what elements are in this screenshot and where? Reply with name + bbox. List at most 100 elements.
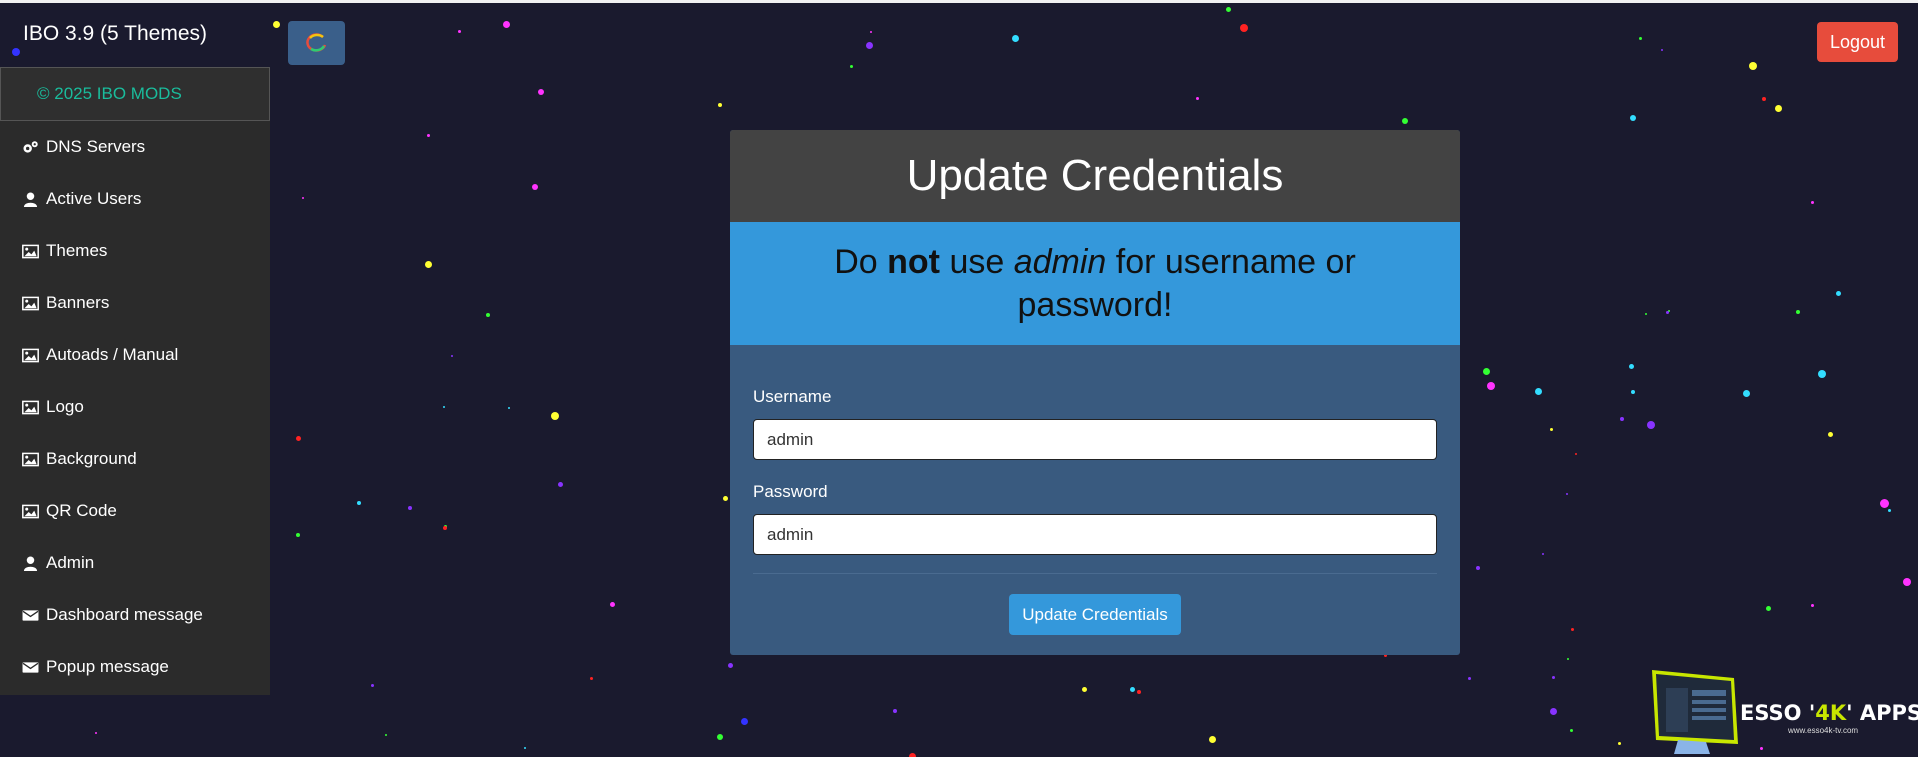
star-dot bbox=[1240, 24, 1248, 32]
star-dot bbox=[1130, 687, 1135, 692]
sidebar-item-label: Autoads / Manual bbox=[46, 345, 179, 364]
sidebar-item-label: Active Users bbox=[46, 189, 142, 208]
star-dot bbox=[1743, 390, 1750, 397]
sidebar-item-logo[interactable]: Logo bbox=[0, 381, 270, 433]
sidebar-item-active-users[interactable]: Active Users bbox=[0, 173, 270, 225]
sidebar-item-autoads-manual[interactable]: Autoads / Manual bbox=[0, 329, 270, 381]
star-dot bbox=[1811, 201, 1814, 204]
star-dot bbox=[443, 406, 445, 408]
star-dot bbox=[458, 30, 461, 33]
star-dot bbox=[893, 709, 897, 713]
sidebar-item-label: Themes bbox=[46, 241, 108, 260]
star-dot bbox=[1483, 368, 1490, 375]
star-dot bbox=[1571, 628, 1574, 631]
sidebar-item-dashboard-message[interactable]: Dashboard message bbox=[0, 589, 270, 641]
update-credentials-card: Update Credentials Do not use admin for … bbox=[730, 130, 1460, 655]
warning-alert: Do not use admin for username or passwor… bbox=[730, 222, 1460, 345]
star-dot bbox=[1468, 677, 1471, 680]
star-dot bbox=[850, 65, 853, 68]
star-dot bbox=[610, 602, 615, 607]
star-dot bbox=[909, 753, 916, 757]
star-dot bbox=[1082, 687, 1087, 692]
sidebar-nav: DNS Servers Active Users Themes Banners Auto… bbox=[0, 121, 270, 693]
sidebar-item-themes[interactable]: Themes bbox=[0, 225, 270, 277]
image-icon bbox=[22, 399, 40, 415]
star-dot bbox=[302, 197, 304, 199]
star-dot bbox=[1645, 313, 1647, 315]
star-dot bbox=[503, 21, 510, 28]
gears-icon bbox=[22, 139, 40, 155]
password-label: Password bbox=[753, 482, 828, 501]
star-dot bbox=[385, 734, 387, 736]
star-dot bbox=[1661, 49, 1663, 51]
star-dot bbox=[1762, 97, 1766, 101]
star-dot bbox=[532, 184, 538, 190]
star-dot bbox=[1639, 37, 1642, 40]
star-dot bbox=[866, 42, 873, 49]
star-dot bbox=[1618, 742, 1621, 745]
envelope-icon bbox=[22, 659, 40, 675]
star-dot bbox=[1196, 97, 1199, 100]
star-dot bbox=[558, 482, 563, 487]
star-dot bbox=[1903, 578, 1911, 586]
alert-text: use bbox=[940, 242, 1014, 281]
password-input[interactable]: admin bbox=[753, 514, 1437, 555]
star-dot bbox=[1209, 736, 1216, 743]
user-icon bbox=[22, 191, 40, 207]
sidebar-item-background[interactable]: Background bbox=[0, 433, 270, 485]
star-dot bbox=[1880, 499, 1889, 508]
star-dot bbox=[1550, 428, 1553, 431]
sidebar-item-label: Background bbox=[46, 449, 137, 468]
star-dot bbox=[296, 533, 300, 537]
star-dot bbox=[718, 103, 722, 107]
monitor-icon bbox=[1652, 670, 1738, 754]
watermark-logo: ESSO '4K' APPS www.esso4k-tv.com bbox=[1648, 668, 1918, 757]
star-dot bbox=[1567, 658, 1569, 660]
star-dot bbox=[1620, 417, 1624, 421]
star-dot bbox=[1666, 311, 1669, 314]
star-dot bbox=[1631, 390, 1635, 394]
star-dot bbox=[717, 734, 723, 740]
star-dot bbox=[1226, 7, 1231, 12]
sidebar-item-dns-servers[interactable]: DNS Servers bbox=[0, 121, 270, 173]
user-icon bbox=[22, 555, 40, 571]
image-icon bbox=[22, 451, 40, 467]
logout-button[interactable]: Logout bbox=[1817, 22, 1898, 62]
sidebar-item-label: DNS Servers bbox=[46, 137, 146, 156]
star-dot bbox=[870, 31, 872, 33]
update-credentials-button[interactable]: Update Credentials bbox=[1009, 594, 1181, 635]
sidebar-item-label: Logo bbox=[46, 397, 84, 416]
star-dot bbox=[371, 684, 374, 687]
star-dot bbox=[1012, 35, 1019, 42]
star-dot bbox=[1630, 115, 1636, 121]
image-icon bbox=[22, 243, 40, 259]
star-dot bbox=[12, 48, 20, 56]
alert-text: Do bbox=[834, 242, 888, 281]
sidebar-item-admin[interactable]: Admin bbox=[0, 537, 270, 589]
star-dot bbox=[1575, 453, 1577, 455]
app-title[interactable]: IBO 3.9 (5 Themes) bbox=[23, 22, 207, 46]
sidebar-item-label: QR Code bbox=[46, 501, 117, 520]
username-label: Username bbox=[753, 387, 832, 406]
sidebar-item-popup-message[interactable]: Popup message bbox=[0, 641, 270, 693]
star-dot bbox=[1552, 676, 1555, 679]
star-dot bbox=[425, 261, 432, 268]
star-dot bbox=[1766, 606, 1771, 611]
star-dot bbox=[357, 501, 361, 505]
username-input[interactable]: admin bbox=[753, 419, 1437, 460]
star-dot bbox=[590, 677, 593, 680]
sidebar-item-qr-code[interactable]: QR Code bbox=[0, 485, 270, 537]
star-dot bbox=[1402, 118, 1408, 124]
envelope-icon bbox=[22, 607, 40, 623]
sidebar-toggle-button[interactable] bbox=[288, 21, 345, 65]
star-dot bbox=[1818, 370, 1826, 378]
star-dot bbox=[1487, 382, 1495, 390]
image-icon bbox=[22, 295, 40, 311]
form-divider bbox=[753, 573, 1437, 574]
watermark-url: www.esso4k-tv.com bbox=[1788, 726, 1859, 735]
star-dot bbox=[1570, 729, 1573, 732]
sidebar-item-banners[interactable]: Banners bbox=[0, 277, 270, 329]
sidebar-item-label: Banners bbox=[46, 293, 110, 312]
image-icon bbox=[22, 503, 40, 519]
alert-emphasis: not bbox=[887, 242, 940, 281]
